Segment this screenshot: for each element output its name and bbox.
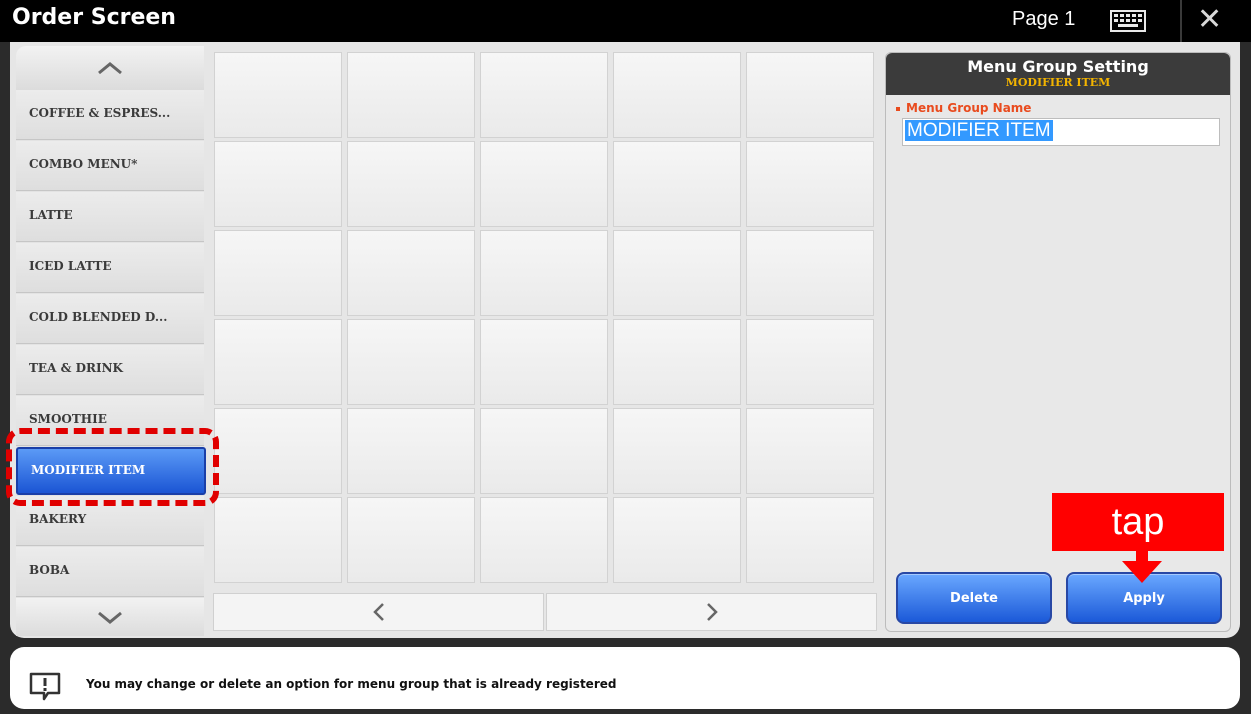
page-indicator: Page 1 [1012, 8, 1076, 30]
title-bar: Order Screen Page 1 ✕ [0, 0, 1251, 42]
sidebar-item-label: COMBO MENU* [29, 157, 138, 171]
menu-cell[interactable] [613, 408, 741, 494]
field-label-text: Menu Group Name [906, 101, 1032, 115]
menu-cell[interactable] [613, 497, 741, 583]
delete-button[interactable]: Delete [896, 572, 1052, 624]
sidebar-item-label: BAKERY [29, 512, 87, 526]
info-icon [29, 672, 61, 701]
menu-cell[interactable] [613, 141, 741, 227]
menu-cell[interactable] [214, 408, 342, 494]
menu-cell[interactable] [347, 497, 475, 583]
window-title: Order Screen [12, 5, 176, 30]
menu-cell[interactable] [480, 408, 608, 494]
sidebar-item-latte[interactable]: LATTE [16, 192, 204, 242]
app-window: Order Screen Page 1 ✕ COFFEE & ESPRES...… [0, 0, 1251, 714]
menu-cell[interactable] [347, 52, 475, 138]
menu-cell[interactable] [613, 52, 741, 138]
menu-cell[interactable] [746, 408, 874, 494]
bullet-icon [896, 106, 900, 111]
prev-page-button[interactable] [213, 593, 544, 631]
scroll-down-button[interactable] [16, 598, 204, 636]
sidebar-item-label: BOBA [29, 563, 70, 577]
menu-cell[interactable] [480, 52, 608, 138]
menu-cell[interactable] [480, 497, 608, 583]
sidebar-item-label: TEA & DRINK [29, 361, 123, 375]
sidebar-item-label: LATTE [29, 208, 73, 222]
footer-message: You may change or delete an option for m… [86, 677, 617, 691]
sidebar-item-combo-menu[interactable]: COMBO MENU* [16, 141, 204, 191]
menu-cell[interactable] [214, 497, 342, 583]
menu-cell[interactable] [613, 230, 741, 316]
close-icon[interactable]: ✕ [1197, 4, 1222, 36]
field-value: MODIFIER ITEM [905, 120, 1053, 141]
menu-cell[interactable] [480, 141, 608, 227]
sidebar-item-tea-drink[interactable]: TEA & DRINK [16, 345, 204, 395]
menu-cell[interactable] [746, 319, 874, 405]
sidebar-item-label: SMOOTHIE [29, 412, 107, 426]
next-page-button[interactable] [546, 593, 877, 631]
sidebar-item-boba[interactable]: BOBA [16, 547, 204, 597]
tap-callout: tap [1052, 493, 1224, 551]
settings-title: Menu Group Setting [967, 57, 1149, 76]
sidebar-item-label: COLD BLENDED D... [29, 310, 168, 324]
menu-cell[interactable] [214, 319, 342, 405]
menu-cell[interactable] [214, 230, 342, 316]
menu-cell[interactable] [746, 52, 874, 138]
settings-header: Menu Group Setting MODIFIER ITEM [886, 53, 1230, 95]
sidebar-item-label: COFFEE & ESPRES... [29, 106, 171, 120]
chevron-down-icon [98, 611, 122, 624]
keyboard-icon[interactable] [1110, 10, 1146, 32]
menu-group-name-input[interactable]: MODIFIER ITEM [902, 118, 1220, 146]
chevron-left-icon [372, 603, 384, 621]
menu-cell[interactable] [347, 141, 475, 227]
selection-highlight [6, 428, 219, 506]
sidebar-item-iced-latte[interactable]: ICED LATTE [16, 243, 204, 293]
settings-subtitle: MODIFIER ITEM [1005, 76, 1111, 89]
menu-cell[interactable] [480, 230, 608, 316]
sidebar-item-label: ICED LATTE [29, 259, 112, 273]
down-arrow-icon [1122, 549, 1162, 583]
menu-cell[interactable] [347, 319, 475, 405]
menu-cell[interactable] [746, 141, 874, 227]
sidebar-item-coffee-espresso[interactable]: COFFEE & ESPRES... [16, 90, 204, 140]
menu-cell[interactable] [347, 408, 475, 494]
menu-group-sidebar: COFFEE & ESPRES... COMBO MENU* LATTE ICE… [16, 46, 206, 636]
title-divider [1180, 0, 1182, 42]
menu-cell[interactable] [480, 319, 608, 405]
scroll-up-button[interactable] [16, 46, 204, 90]
menu-group-name-label: Menu Group Name [896, 101, 1031, 115]
sidebar-item-cold-blended[interactable]: COLD BLENDED D... [16, 294, 204, 344]
chevron-up-icon [98, 62, 122, 75]
chevron-right-icon [706, 603, 718, 621]
menu-cell[interactable] [214, 141, 342, 227]
menu-cell[interactable] [214, 52, 342, 138]
menu-cell[interactable] [746, 230, 874, 316]
menu-cell[interactable] [746, 497, 874, 583]
menu-cell[interactable] [613, 319, 741, 405]
menu-cell[interactable] [347, 230, 475, 316]
